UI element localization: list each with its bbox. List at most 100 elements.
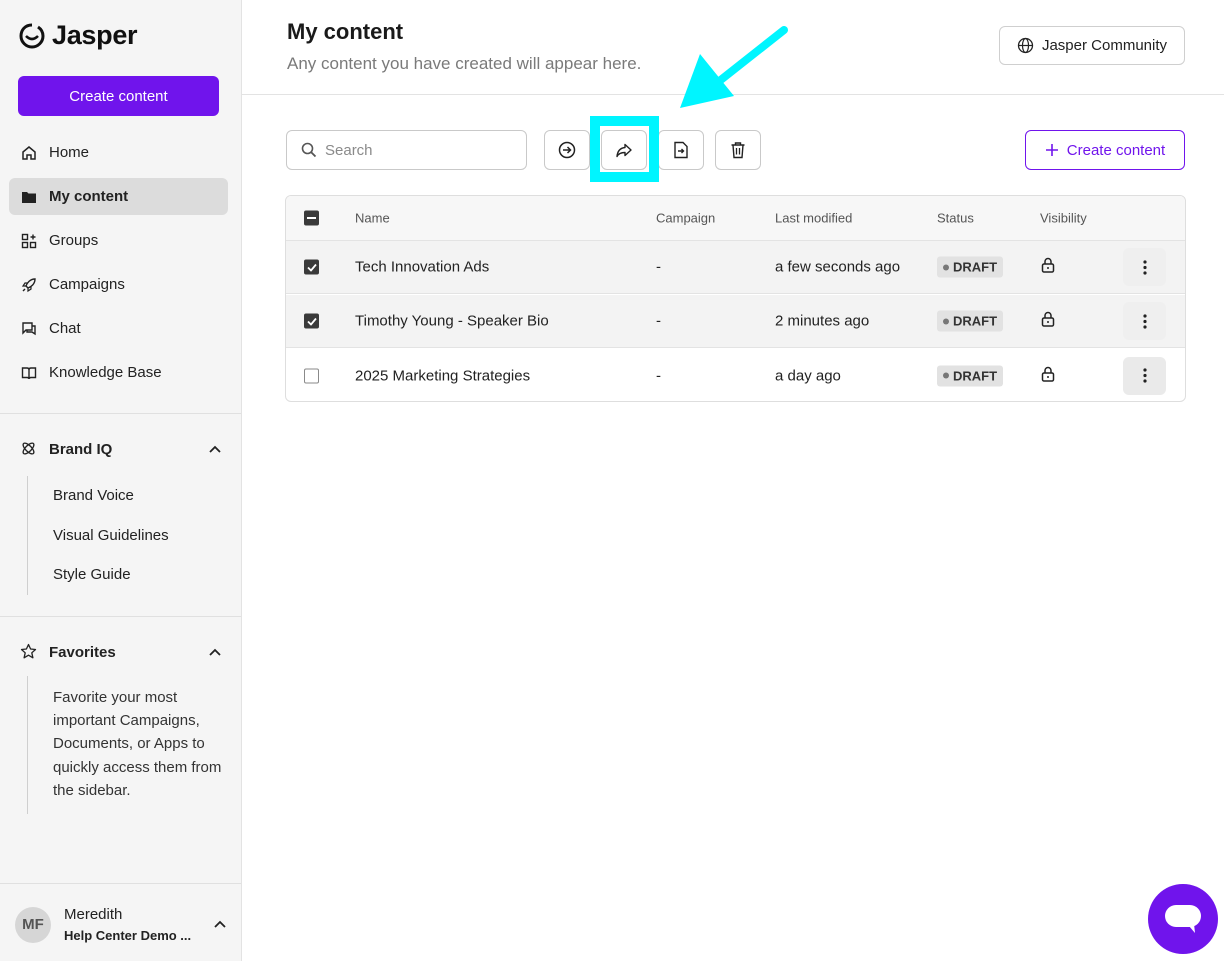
search-icon — [301, 142, 317, 158]
chat-icon — [20, 320, 38, 338]
content-table: Name Campaign Last modified Status Visib… — [285, 195, 1186, 402]
table-row[interactable]: Tech Innovation Ads - a few seconds ago … — [286, 241, 1185, 294]
status-dot-icon — [943, 372, 949, 379]
trash-icon — [730, 141, 746, 159]
annotation-arrow-icon — [680, 26, 788, 108]
row-name[interactable]: Tech Innovation Ads — [355, 259, 489, 276]
status-badge: DRAFT — [937, 256, 1004, 278]
brand-iq-toggle[interactable]: Brand IQ — [20, 440, 222, 458]
status-badge: DRAFT — [937, 365, 1004, 386]
row-menu-button[interactable] — [1123, 248, 1166, 286]
share-button-highlight — [590, 116, 659, 182]
status-text: DRAFT — [953, 313, 998, 329]
search-input[interactable] — [325, 141, 515, 159]
lock-icon — [1041, 366, 1055, 386]
sidebar-item-label: Campaigns — [49, 276, 125, 293]
row-campaign: - — [656, 312, 661, 330]
chevron-up-icon — [213, 916, 227, 934]
jasper-logo[interactable]: Jasper — [18, 20, 138, 51]
kebab-icon — [1123, 356, 1166, 395]
folder-icon — [20, 188, 38, 206]
column-header-campaign[interactable]: Campaign — [656, 211, 715, 226]
logo-text: Jasper — [52, 20, 138, 50]
sidebar-item-chat[interactable]: Chat — [9, 310, 228, 347]
star-icon — [20, 643, 38, 661]
column-header-last-modified[interactable]: Last modified — [775, 211, 852, 226]
table-row[interactable]: 2025 Marketing Strategies - a day ago DR… — [286, 349, 1185, 401]
brand-iq-icon — [20, 440, 38, 458]
export-button[interactable] — [658, 130, 704, 170]
page-subtitle: Any content you have created will appear… — [287, 54, 642, 73]
column-header-name[interactable]: Name — [355, 211, 390, 226]
user-name: Meredith — [64, 906, 123, 923]
create-content-button[interactable]: Create content — [1025, 130, 1185, 170]
create-content-label: Create content — [1066, 141, 1166, 159]
status-dot-icon — [943, 264, 949, 270]
sidebar-item-visual-guidelines[interactable]: Visual Guidelines — [53, 516, 169, 556]
row-last-modified: a day ago — [775, 367, 841, 384]
search-field[interactable] — [286, 130, 527, 170]
support-chat-button[interactable] — [1148, 884, 1218, 954]
home-icon — [20, 144, 38, 162]
brand-iq-list: Brand Voice Visual Guidelines Style Guid… — [27, 476, 169, 595]
kebab-icon — [1123, 302, 1166, 340]
sidebar-item-campaigns[interactable]: Campaigns — [9, 266, 228, 303]
chat-bubble-icon — [1165, 905, 1201, 933]
row-last-modified: a few seconds ago — [775, 258, 901, 276]
column-header-visibility[interactable]: Visibility — [1040, 211, 1087, 226]
row-checkbox[interactable] — [304, 368, 319, 383]
groups-icon — [20, 232, 38, 250]
check-icon — [304, 313, 319, 329]
indeterminate-icon — [304, 210, 319, 226]
lock-icon — [1041, 257, 1055, 277]
table-row[interactable]: Timothy Young - Speaker Bio - 2 minutes … — [286, 295, 1185, 348]
plus-icon — [1045, 143, 1059, 157]
lock-icon — [1041, 311, 1055, 331]
row-campaign: - — [656, 258, 661, 276]
sidebar-item-label: Home — [49, 144, 90, 161]
sidebar-divider — [0, 413, 241, 414]
column-header-status[interactable]: Status — [937, 211, 974, 226]
sidebar-item-brand-voice[interactable]: Brand Voice — [53, 476, 169, 516]
table-header: Name Campaign Last modified Status Visib… — [286, 196, 1185, 241]
favorites-empty-text: Favorite your most important Campaigns, … — [27, 676, 227, 815]
globe-icon — [1017, 37, 1034, 54]
status-badge: DRAFT — [937, 310, 1004, 332]
sidebar-item-home[interactable]: Home — [9, 134, 228, 171]
chevron-up-icon — [208, 648, 222, 657]
brand-iq-label: Brand IQ — [49, 440, 113, 458]
status-text: DRAFT — [953, 259, 998, 275]
row-menu-button[interactable] — [1123, 302, 1166, 340]
book-icon — [20, 364, 38, 382]
favorites-toggle[interactable]: Favorites — [20, 643, 222, 661]
empty-checkbox-icon — [304, 368, 319, 383]
row-campaign: - — [656, 367, 661, 384]
row-checkbox[interactable] — [304, 259, 319, 275]
sidebar-item-label: Groups — [49, 232, 99, 249]
sidebar-item-label: Knowledge Base — [49, 364, 162, 381]
row-name[interactable]: Timothy Young - Speaker Bio — [355, 313, 549, 330]
sidebar-create-content-button[interactable]: Create content — [18, 76, 219, 116]
sidebar-divider — [0, 883, 241, 884]
jasper-community-button[interactable]: Jasper Community — [999, 26, 1185, 65]
row-checkbox[interactable] — [304, 313, 319, 329]
file-export-icon — [673, 141, 689, 159]
jasper-community-label: Jasper Community — [1041, 37, 1168, 54]
row-name[interactable]: 2025 Marketing Strategies — [355, 367, 530, 384]
check-icon — [304, 259, 319, 275]
select-all-checkbox[interactable] — [304, 210, 319, 226]
sidebar: Jasper Create content Home My content Gr… — [0, 0, 242, 961]
sidebar-item-knowledge-base[interactable]: Knowledge Base — [9, 354, 228, 391]
favorites-label: Favorites — [49, 643, 116, 661]
move-to-button[interactable] — [544, 130, 590, 170]
user-org: Help Center Demo ... — [64, 928, 192, 943]
status-text: DRAFT — [953, 368, 998, 383]
sidebar-item-style-guide[interactable]: Style Guide — [53, 555, 169, 595]
row-menu-button[interactable] — [1123, 356, 1166, 395]
rocket-icon — [20, 276, 38, 294]
delete-button[interactable] — [715, 130, 761, 170]
kebab-icon — [1123, 248, 1166, 286]
user-menu[interactable]: MF Meredith Help Center Demo ... — [15, 906, 227, 943]
sidebar-item-my-content[interactable]: My content — [9, 178, 228, 215]
sidebar-item-groups[interactable]: Groups — [9, 222, 228, 259]
